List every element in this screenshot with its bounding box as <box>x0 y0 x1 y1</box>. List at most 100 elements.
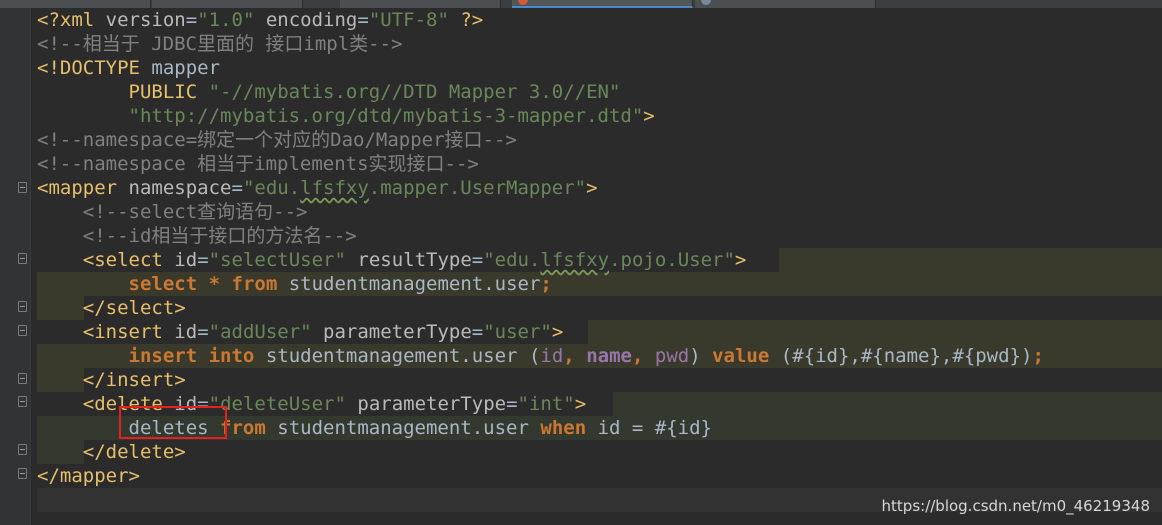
token: </mapper> <box>37 465 140 487</box>
code-editor[interactable]: <?xml version="1.0" encoding="UTF-8" ?> … <box>37 8 1162 525</box>
comment: <!--namespace 相当于implements实现接口--> <box>37 153 479 175</box>
token: "1.0" <box>197 9 255 31</box>
sql-keyword: from <box>231 273 278 295</box>
fold-marker-icon[interactable] <box>18 253 27 264</box>
token: studentmanagement.user <box>288 273 541 295</box>
fold-marker-icon[interactable] <box>18 301 27 312</box>
token: id <box>540 345 564 367</box>
editor-tab[interactable] <box>0 0 151 8</box>
xml-file-icon <box>518 0 528 5</box>
comment: <!--namespace=绑定一个对应的Dao/Mapper接口--> <box>37 129 517 151</box>
token: name <box>586 345 632 367</box>
file-icon <box>701 0 711 5</box>
token: > <box>574 393 587 415</box>
token: id <box>174 321 198 343</box>
token: xml <box>59 9 95 31</box>
sql-keyword: when <box>540 417 587 439</box>
code-line[interactable]: <mapper namespace="edu.lfsfxy.mapper.Use… <box>37 176 598 200</box>
comment: <!--id相当于接口的方法名--> <box>82 225 357 247</box>
code-line[interactable]: <!--id相当于接口的方法名--> <box>37 224 357 248</box>
token: > <box>586 177 598 199</box>
token: lfsfxy <box>300 177 369 199</box>
code-line[interactable]: <!--相当于 JDBC里面的 接口impl类--> <box>37 32 402 56</box>
token: <select <box>82 249 163 271</box>
token: version <box>105 9 186 31</box>
token: (#{id},#{name},#{pwd}) <box>780 345 1033 367</box>
code-line[interactable]: select * from studentmanagement.user; <box>37 272 552 296</box>
editor-tab[interactable] <box>340 0 501 8</box>
token: "UTF-8" <box>368 9 449 31</box>
token: ( <box>528 345 541 367</box>
token: mapper <box>151 57 221 79</box>
token: namespace <box>128 177 232 199</box>
token: * <box>208 273 221 295</box>
code-line[interactable]: insert into studentmanagement.user (id, … <box>37 344 1044 368</box>
fold-marker-icon[interactable] <box>18 182 27 193</box>
code-line[interactable]: "http://mybatis.org/dtd/mybatis-3-mapper… <box>37 104 655 128</box>
editor-tab[interactable] <box>695 0 876 8</box>
code-line[interactable]: <select id="selectUser" resultType="edu.… <box>37 248 747 272</box>
token: "addUser" <box>208 321 312 343</box>
editor-gutter <box>0 8 31 525</box>
token: </delete> <box>82 441 186 463</box>
fold-marker-icon[interactable] <box>18 396 27 407</box>
token: "http://mybatis.org/dtd/mybatis-3-mapper… <box>128 105 644 127</box>
token: "int" <box>517 393 575 415</box>
token: "edu. <box>242 177 301 199</box>
token: ; <box>540 273 552 295</box>
code-line[interactable]: </mapper> <box>37 464 140 488</box>
injection-highlight <box>779 248 1162 272</box>
code-line[interactable]: <!--select查询语句--> <box>37 200 308 224</box>
fold-marker-icon[interactable] <box>18 444 27 455</box>
token: , <box>631 345 644 367</box>
token: > <box>734 249 747 271</box>
code-line[interactable]: <?xml version="1.0" encoding="UTF-8" ?> <box>37 8 483 32</box>
red-annotation-box <box>119 406 227 439</box>
code-line[interactable]: <!--namespace 相当于implements实现接口--> <box>37 152 479 176</box>
injection-highlight <box>613 392 1162 416</box>
token: id = #{id} <box>597 417 712 439</box>
comment: <!--select查询语句--> <box>82 201 308 223</box>
token: "user" <box>483 321 552 343</box>
token: > <box>551 321 564 343</box>
token: <? <box>37 9 60 31</box>
token: > <box>643 105 655 127</box>
sql-keyword: into <box>208 345 255 367</box>
token: </insert> <box>82 369 186 391</box>
injection-highlight <box>588 320 1162 344</box>
sql-keyword: value <box>712 345 770 367</box>
code-line[interactable]: </select> <box>37 296 186 320</box>
token: studentmanagement.user <box>265 345 518 367</box>
fold-marker-icon[interactable] <box>18 373 27 384</box>
token: "-//mybatis.org//DTD Mapper 3.0//EN" <box>208 81 621 103</box>
token: <mapper <box>37 177 118 199</box>
comment: <!--相当于 JDBC里面的 接口impl类--> <box>37 33 403 55</box>
code-line[interactable]: <!--namespace=绑定一个对应的Dao/Mapper接口--> <box>37 128 517 152</box>
fold-marker-icon[interactable] <box>18 325 27 336</box>
token: <!DOCTYPE <box>37 57 140 79</box>
token: resultType <box>357 249 472 271</box>
sql-keyword: select <box>128 273 198 295</box>
token: lfsfxy <box>540 249 610 271</box>
token: , <box>563 345 575 367</box>
token: .mapper.UserMapper" <box>368 177 587 199</box>
token: PUBLIC <box>128 81 198 103</box>
token: ?> <box>460 9 484 31</box>
code-line[interactable]: <!DOCTYPE mapper <box>37 56 220 80</box>
fold-marker-icon[interactable] <box>18 468 27 479</box>
token: pwd <box>654 345 690 367</box>
token: "edu. <box>483 249 541 271</box>
token: studentmanagement.user <box>277 417 529 439</box>
editor-tab[interactable] <box>152 0 303 8</box>
token: .pojo.User" <box>609 249 735 271</box>
token: parameterType <box>357 393 507 415</box>
token: <insert <box>82 321 163 343</box>
watermark: https://blog.csdn.net/m0_46219348 <box>881 497 1150 515</box>
code-line[interactable]: </delete> <box>37 440 186 464</box>
code-line[interactable]: </insert> <box>37 368 186 392</box>
code-line[interactable]: PUBLIC "-//mybatis.org//DTD Mapper 3.0//… <box>37 80 621 104</box>
token: ) <box>689 345 701 367</box>
code-line[interactable]: <insert id="addUser" parameterType="user… <box>37 320 564 344</box>
editor-tab-active[interactable] <box>512 0 693 8</box>
token: ; <box>1032 345 1044 367</box>
